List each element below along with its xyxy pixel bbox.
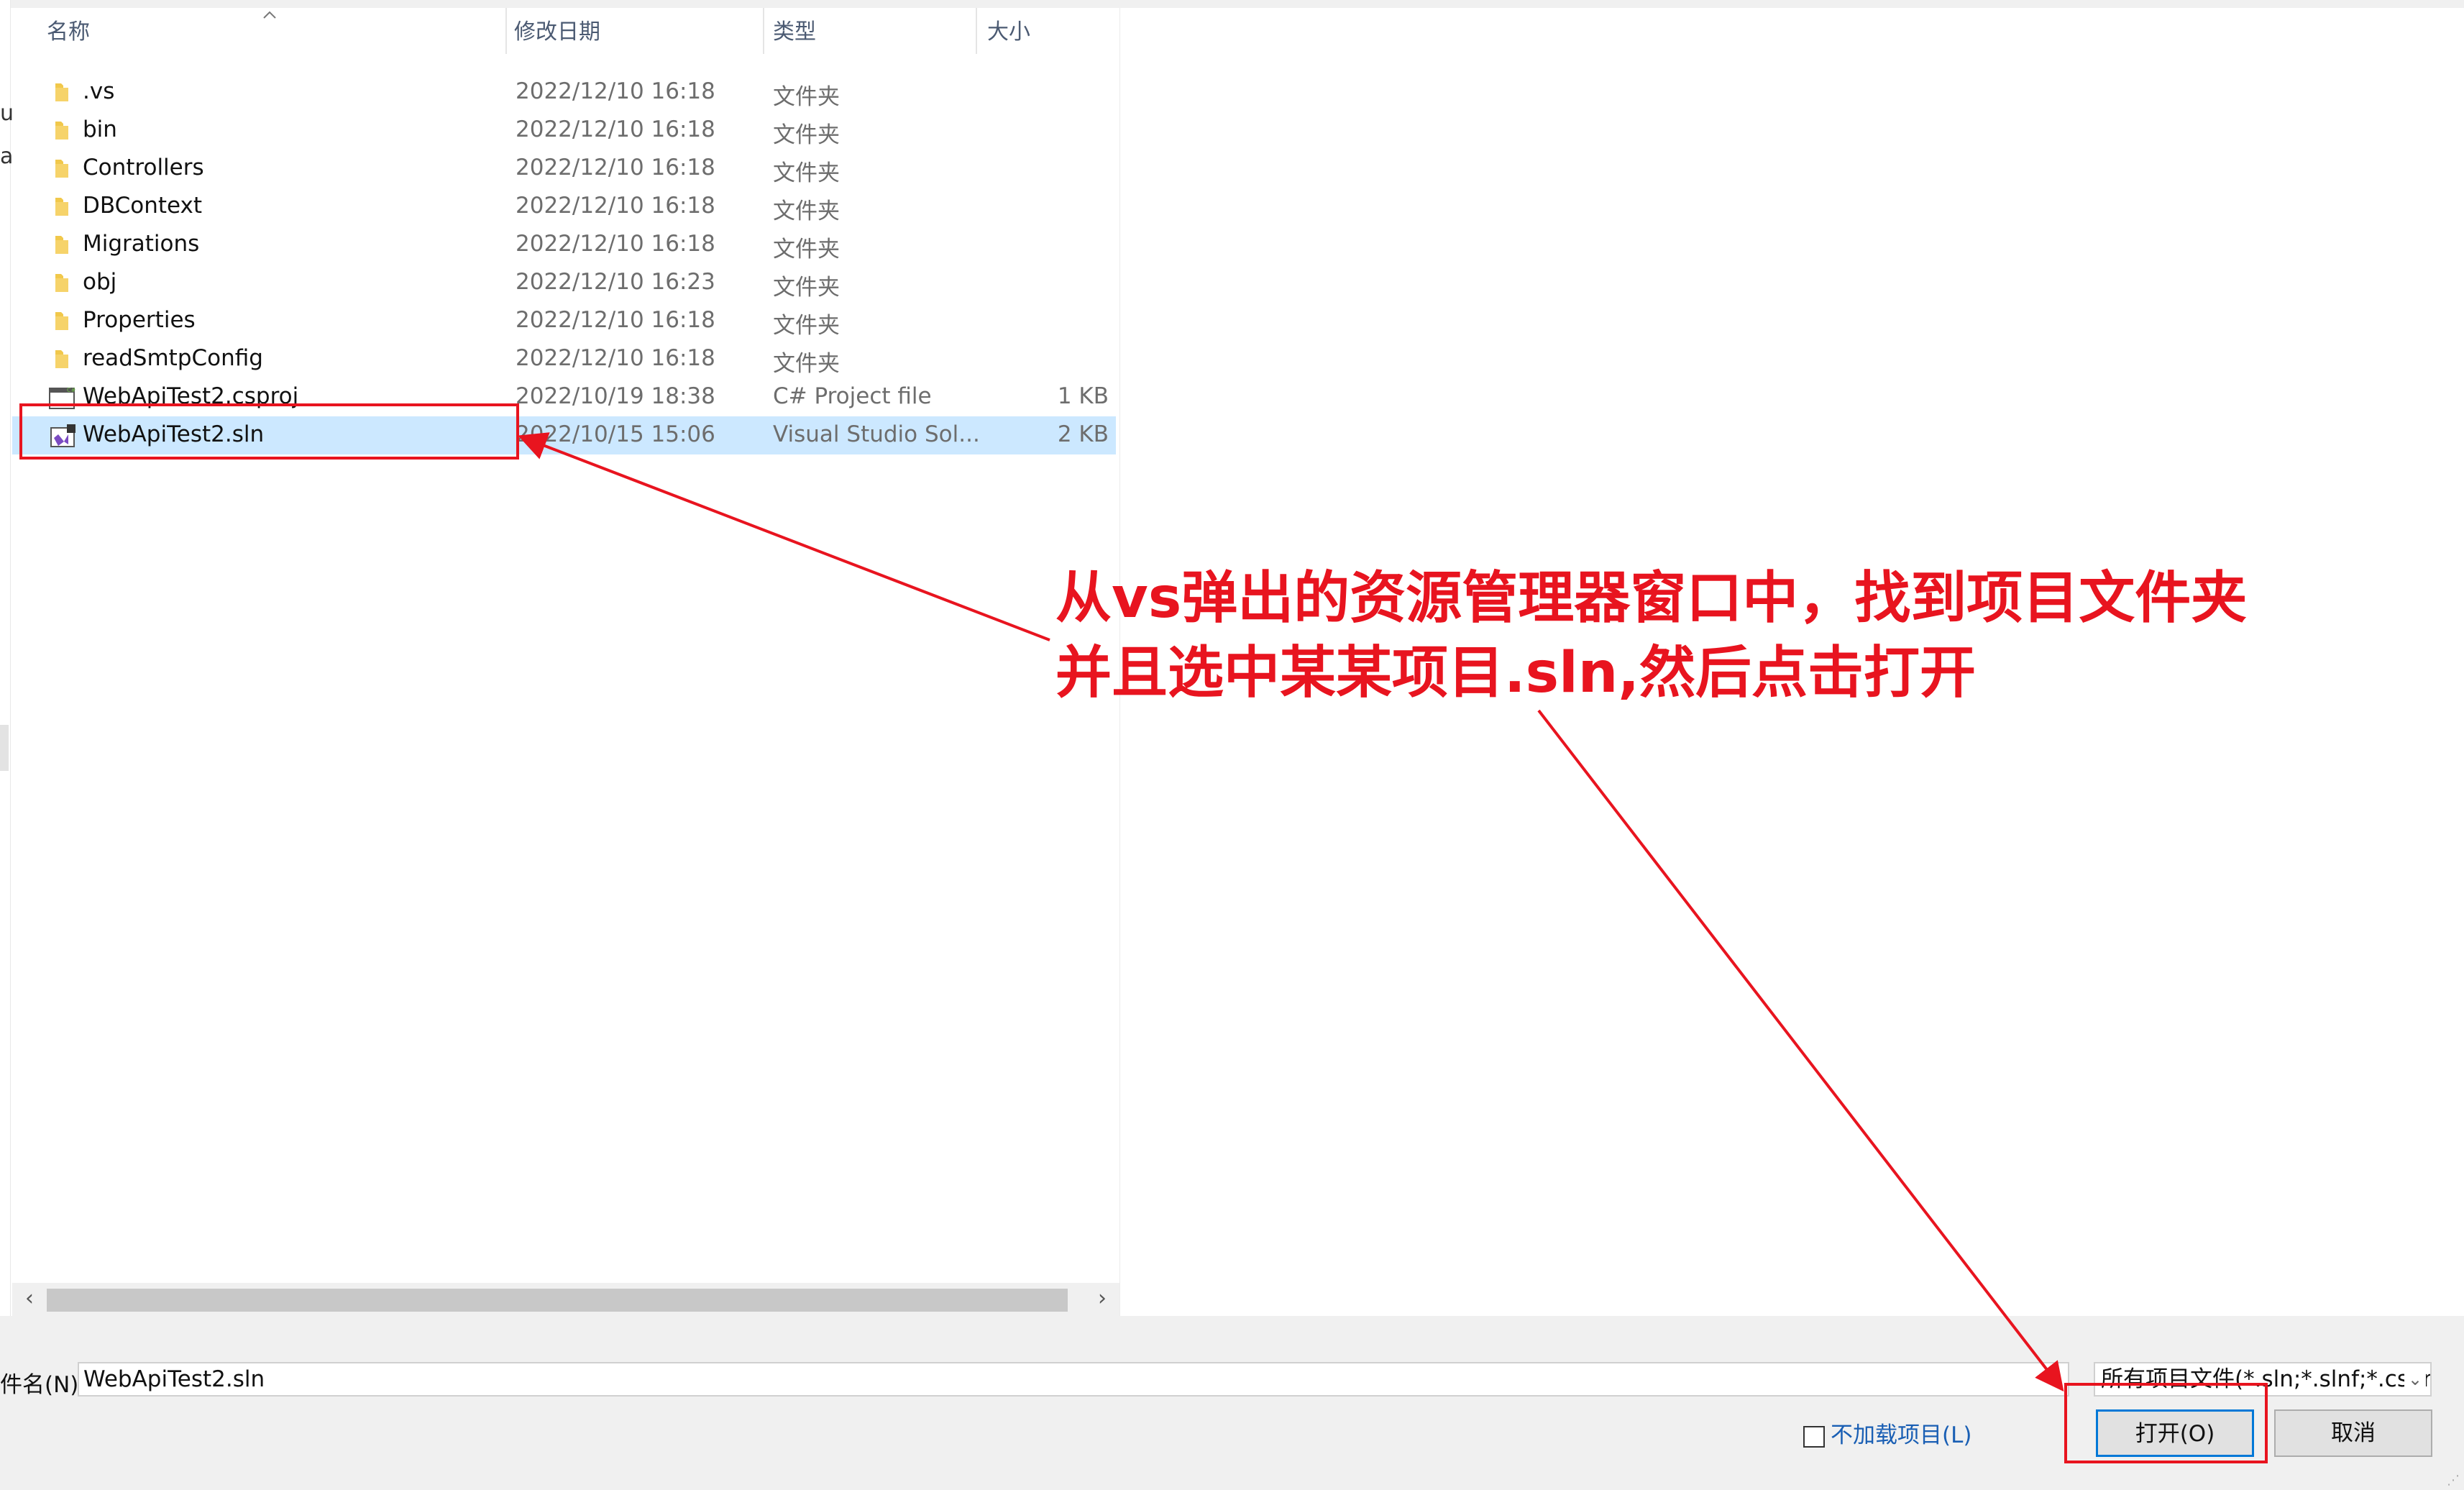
annotation-line-1: 从vs弹出的资源管理器窗口中，找到项目文件夹 xyxy=(1055,566,2248,631)
file-date: 2022/12/10 16:18 xyxy=(516,231,715,257)
file-size: 2 KB xyxy=(1057,421,1109,447)
file-row[interactable]: DBContext 2022/12/10 16:18 文件夹 xyxy=(12,188,1116,226)
file-type: 文件夹 xyxy=(773,275,840,301)
filetype-select[interactable]: 所有项目文件(*.sln;*.slnf;*.cspro ⌄ xyxy=(2094,1362,2432,1397)
svg-text:C#: C# xyxy=(67,387,76,393)
title-strip xyxy=(0,0,2464,8)
file-date: 2022/12/10 16:18 xyxy=(516,307,715,333)
folder-icon xyxy=(55,160,68,178)
file-row[interactable]: readSmtpConfig 2022/12/10 16:18 文件夹 xyxy=(12,340,1116,378)
column-divider[interactable] xyxy=(763,8,764,54)
folder-icon xyxy=(55,312,68,330)
file-row[interactable]: obj 2022/12/10 16:23 文件夹 xyxy=(12,264,1116,302)
folder-icon xyxy=(55,198,68,216)
file-row-selected[interactable]: WebApiTest2.sln 2022/10/15 15:06 Visual … xyxy=(12,416,1116,454)
no-load-label: 不加载项目(L) xyxy=(1831,1422,1972,1448)
file-date: 2022/12/10 16:23 xyxy=(516,269,715,295)
column-date-header[interactable]: 修改日期 xyxy=(514,18,600,47)
open-button[interactable]: 打开(O) xyxy=(2096,1409,2254,1457)
file-name: Migrations xyxy=(83,231,200,257)
file-date: 2022/10/19 18:38 xyxy=(516,383,715,409)
file-type: 文件夹 xyxy=(773,198,840,224)
file-name: DBContext xyxy=(83,193,203,219)
file-type: 文件夹 xyxy=(773,84,840,110)
file-name: WebApiTest2.csproj xyxy=(83,383,299,409)
column-name-header[interactable]: 名称 xyxy=(47,18,90,47)
file-row[interactable]: .vs 2022/12/10 16:18 文件夹 xyxy=(12,73,1116,111)
scroll-right-icon[interactable]: › xyxy=(1088,1284,1117,1313)
file-type: 文件夹 xyxy=(773,237,840,262)
file-name: .vs xyxy=(83,78,115,104)
column-divider[interactable] xyxy=(976,8,977,54)
file-date: 2022/12/10 16:18 xyxy=(516,116,715,142)
folder-icon xyxy=(55,83,68,101)
column-header: 名称 修改日期 类型 大小 xyxy=(12,8,1119,54)
folder-icon xyxy=(55,350,68,368)
chevron-down-icon: ⌄ xyxy=(2404,1363,2426,1395)
no-load-projects-checkbox[interactable]: 不加载项目(L) xyxy=(1803,1417,1971,1449)
checkbox-icon[interactable] xyxy=(1803,1425,1825,1448)
file-date: 2022/12/10 16:18 xyxy=(516,155,715,180)
file-type: 文件夹 xyxy=(773,122,840,148)
file-row[interactable]: C# WebApiTest2.csproj 2022/10/19 18:38 C… xyxy=(12,378,1116,416)
file-size: 1 KB xyxy=(1057,383,1109,409)
file-row[interactable]: Migrations 2022/12/10 16:18 文件夹 xyxy=(12,226,1116,264)
file-type: Visual Studio Sol... xyxy=(773,421,980,447)
annotation-text: 从vs弹出的资源管理器窗口中，找到项目文件夹 并且选中某某项目.sln,然后点击… xyxy=(1055,561,2247,710)
resize-grip-icon[interactable]: ⋰ xyxy=(2447,1473,2464,1490)
dialog-footer: 件名(N): WebApiTest2.sln 所有项目文件(*.sln;*.sl… xyxy=(0,1316,2464,1490)
scrollbar-thumb[interactable] xyxy=(47,1289,1068,1312)
file-list-pane[interactable]: 名称 修改日期 类型 大小 .vs 2022/12/10 16:18 文件夹 b… xyxy=(12,8,1119,1317)
file-date: 2022/10/15 15:06 xyxy=(516,421,715,447)
file-name: WebApiTest2.sln xyxy=(83,421,265,447)
vs-solution-file-icon xyxy=(50,424,75,447)
folder-icon xyxy=(55,122,68,140)
horizontal-scrollbar[interactable]: ‹ › xyxy=(12,1283,1119,1316)
annotation-line-2: 并且选中某某项目.sln,然后点击打开 xyxy=(1055,641,1976,705)
nav-scroll-thumb[interactable] xyxy=(0,725,9,771)
file-row[interactable]: bin 2022/12/10 16:18 文件夹 xyxy=(12,111,1116,150)
file-name: Properties xyxy=(83,307,196,333)
sort-ascending-icon xyxy=(263,11,276,19)
scroll-left-icon[interactable]: ‹ xyxy=(15,1284,44,1313)
file-row[interactable]: Properties 2022/12/10 16:18 文件夹 xyxy=(12,302,1116,340)
filename-label: 件名(N): xyxy=(0,1372,86,1398)
file-date: 2022/12/10 16:18 xyxy=(516,78,715,104)
file-date: 2022/12/10 16:18 xyxy=(516,193,715,219)
filename-input[interactable]: WebApiTest2.sln xyxy=(78,1362,2069,1397)
cancel-button[interactable]: 取消 xyxy=(2274,1409,2432,1457)
folder-icon xyxy=(55,236,68,254)
navigation-pane-edge[interactable]: u al xyxy=(0,0,19,1316)
column-type-header[interactable]: 类型 xyxy=(773,18,816,47)
file-name: readSmtpConfig xyxy=(83,345,263,371)
annotation-arrow-to-open xyxy=(1537,709,2064,1392)
file-type: 文件夹 xyxy=(773,351,840,377)
file-name: obj xyxy=(83,269,117,295)
file-type: C# Project file xyxy=(773,383,932,409)
file-name: bin xyxy=(83,116,117,142)
csproj-file-icon: C# xyxy=(49,387,76,409)
file-type: 文件夹 xyxy=(773,160,840,186)
filetype-value: 所有项目文件(*.sln;*.slnf;*.cspro xyxy=(2101,1366,2432,1392)
column-size-header[interactable]: 大小 xyxy=(987,18,1030,47)
file-type: 文件夹 xyxy=(773,313,840,339)
column-divider[interactable] xyxy=(505,8,507,54)
file-name: Controllers xyxy=(83,155,204,180)
file-date: 2022/12/10 16:18 xyxy=(516,345,715,371)
file-row[interactable]: Controllers 2022/12/10 16:18 文件夹 xyxy=(12,150,1116,188)
folder-icon xyxy=(55,274,68,292)
